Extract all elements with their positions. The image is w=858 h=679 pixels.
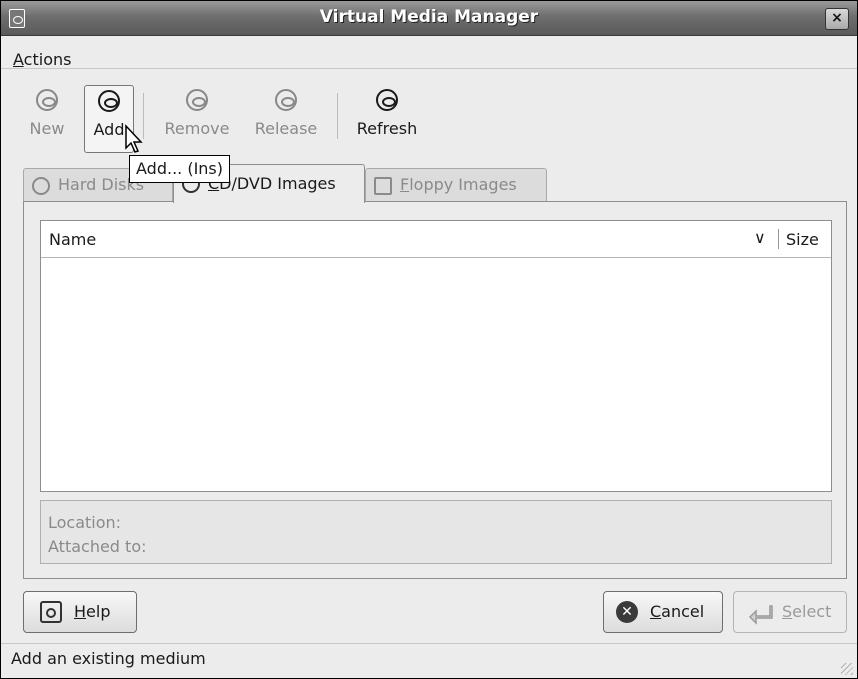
list-body[interactable] [41, 258, 831, 491]
new-button-label: New [29, 119, 65, 138]
chevron-down-icon[interactable]: ∨ [754, 228, 766, 247]
title-bar[interactable]: Virtual Media Manager × [1, 1, 857, 36]
enter-arrow-icon [748, 601, 773, 625]
column-header-size[interactable]: Size [786, 230, 819, 249]
cancel-button[interactable]: ✕ Cancel [603, 591, 723, 633]
column-header-name[interactable]: Name [49, 230, 96, 249]
release-button[interactable]: Release [248, 85, 324, 151]
refresh-button-label: Refresh [356, 119, 418, 138]
select-button[interactable]: Select [733, 591, 847, 633]
tab-panel: Name ∨ Size Location: Attached to: [23, 201, 847, 579]
refresh-icon [376, 89, 398, 111]
new-button[interactable]: New [25, 85, 69, 151]
select-label: elect [792, 602, 832, 621]
tab-cd-dvd-label: D/DVD Images [219, 174, 336, 193]
help-mnemonic: H [74, 602, 87, 621]
resize-grip-icon[interactable] [841, 663, 853, 675]
virtual-media-manager-window: Virtual Media Manager × Actions New Add … [0, 0, 858, 679]
status-text: Add an existing medium [11, 649, 206, 668]
remove-disk-icon [186, 89, 208, 111]
tooltip: Add... (Ins) [129, 155, 230, 183]
menu-actions-label: ctions [23, 50, 72, 69]
cancel-label: ancel [661, 602, 705, 621]
toolbar-separator [337, 93, 338, 139]
location-label: Location: [48, 513, 122, 532]
tab-floppy-label: loppy Images [409, 175, 517, 194]
help-button[interactable]: Help [23, 591, 137, 633]
help-icon [40, 601, 62, 623]
tab-floppy-mnemonic: F [400, 175, 410, 194]
cancel-mnemonic: C [650, 602, 662, 621]
add-disk-icon [98, 90, 120, 112]
menu-bar: Actions [1, 36, 857, 69]
tab-floppy-images[interactable]: Floppy Images [365, 168, 547, 202]
status-bar: Add an existing medium [1, 643, 857, 679]
window-title: Virtual Media Manager [319, 7, 539, 27]
remove-button-label: Remove [164, 119, 230, 138]
release-disk-icon [275, 89, 297, 111]
help-label: elp [86, 602, 111, 621]
remove-button[interactable]: Remove [159, 85, 235, 151]
new-disk-icon [36, 89, 58, 111]
column-divider[interactable] [778, 229, 779, 249]
cancel-icon: ✕ [616, 601, 638, 623]
hard-disk-icon [32, 177, 50, 195]
details-box: Location: Attached to: [40, 500, 832, 564]
select-mnemonic: S [782, 602, 793, 621]
attached-to-label: Attached to: [48, 537, 147, 556]
release-button-label: Release [254, 119, 318, 138]
floppy-icon [374, 177, 392, 195]
media-list[interactable]: Name ∨ Size [40, 220, 832, 492]
close-button[interactable]: × [825, 8, 849, 30]
refresh-button[interactable]: Refresh [351, 85, 423, 151]
menu-actions-mnemonic: A [13, 50, 24, 69]
list-header: Name ∨ Size [41, 221, 831, 258]
mouse-pointer-icon [125, 124, 143, 153]
menu-actions[interactable]: Actions [13, 50, 71, 69]
